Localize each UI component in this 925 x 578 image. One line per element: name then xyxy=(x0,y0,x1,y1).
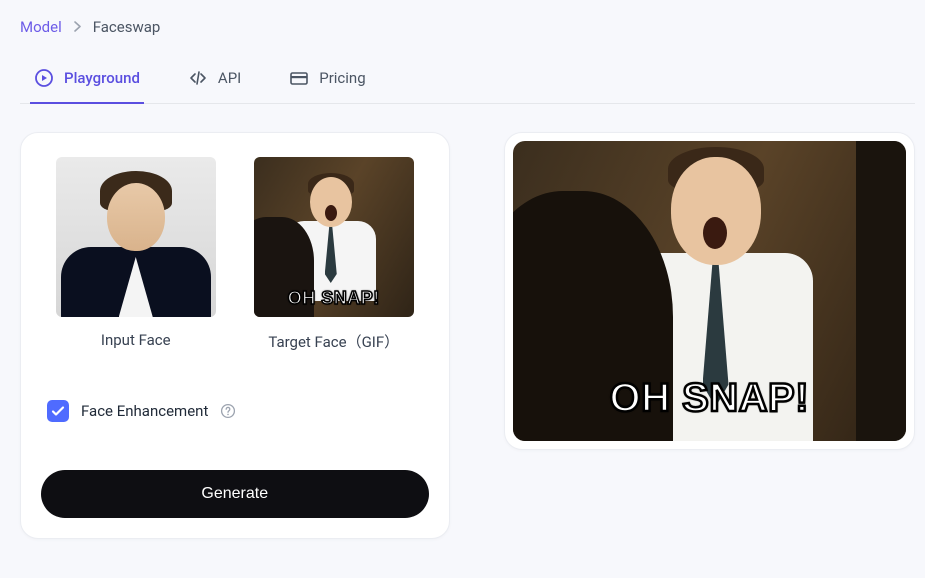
target-face-caption: OH SNAP! xyxy=(254,288,414,309)
tabs: Playground API Pricing xyxy=(20,58,915,104)
credit-card-icon xyxy=(289,68,309,88)
tab-label: Pricing xyxy=(319,69,365,87)
controls-panel: Input Face OH SNAP! Targ xyxy=(20,132,450,539)
output-image[interactable]: OH SNAP! xyxy=(513,141,907,441)
play-circle-icon xyxy=(34,68,54,88)
tab-api[interactable]: API xyxy=(184,58,245,104)
target-face-image[interactable]: OH SNAP! xyxy=(254,157,414,317)
breadcrumb-root[interactable]: Model xyxy=(20,18,62,36)
output-panel: OH SNAP! xyxy=(504,132,916,450)
tab-playground[interactable]: Playground xyxy=(30,58,144,104)
face-enhancement-label: Face Enhancement xyxy=(81,402,208,420)
generate-button[interactable]: Generate xyxy=(41,470,429,518)
output-caption: OH SNAP! xyxy=(513,376,907,421)
breadcrumb: Model Faceswap xyxy=(20,18,915,36)
input-face-label: Input Face xyxy=(101,331,171,349)
code-icon xyxy=(188,68,208,88)
breadcrumb-current: Faceswap xyxy=(93,18,161,36)
help-icon[interactable] xyxy=(220,403,236,419)
tab-label: API xyxy=(218,69,241,87)
input-face-image[interactable] xyxy=(56,157,216,317)
chevron-right-icon xyxy=(74,18,81,36)
face-enhancement-checkbox[interactable] xyxy=(47,400,69,422)
tab-pricing[interactable]: Pricing xyxy=(285,58,369,104)
target-face-label: Target Face（GIF） xyxy=(268,331,399,352)
tab-label: Playground xyxy=(64,69,140,87)
